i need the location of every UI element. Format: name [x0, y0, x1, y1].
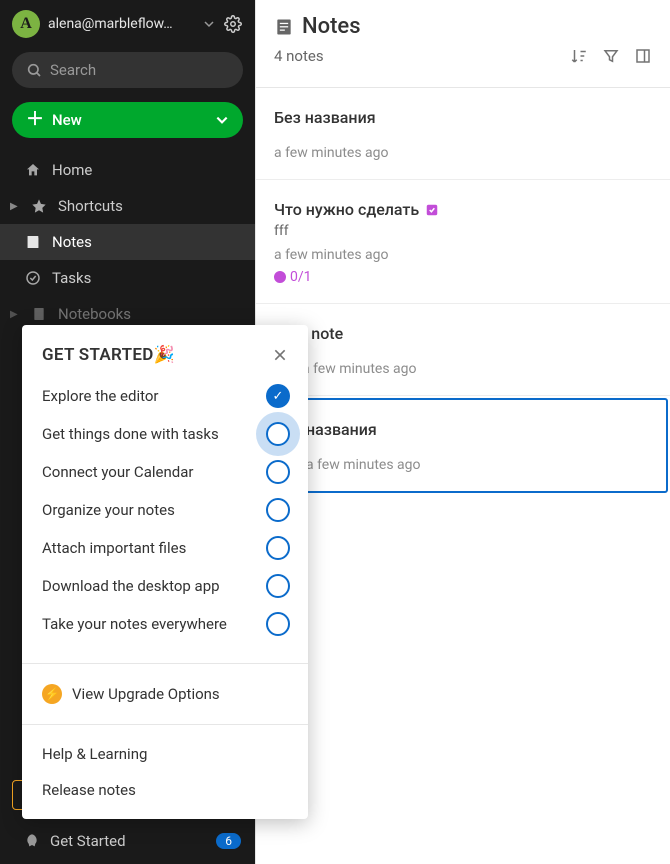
expand-icon[interactable]: ▶ — [10, 309, 20, 320]
task-badge-icon — [425, 203, 439, 217]
divider — [22, 663, 308, 664]
sidebar-item-label: Get Started — [50, 832, 206, 850]
check-circle-icon — [24, 270, 42, 286]
note-title: t note — [274, 324, 652, 343]
checklist-item-desktop[interactable]: Download the desktop app — [42, 567, 296, 605]
plus-icon: ＋ — [26, 111, 44, 129]
close-icon[interactable] — [272, 347, 288, 363]
note-title: Без названия — [274, 108, 652, 127]
note-title: названия — [278, 420, 648, 439]
note-item[interactable]: t note a few minutes ago — [256, 304, 670, 396]
rocket-icon — [24, 833, 40, 849]
filter-icon[interactable] — [602, 47, 620, 65]
note-time: a few minutes ago — [278, 457, 648, 473]
new-button-label: New — [52, 111, 207, 129]
task-progress-icon — [274, 271, 286, 283]
get-started-badge: 6 — [216, 833, 241, 849]
sidebar-item-shortcuts[interactable]: ▶ Shortcuts — [0, 188, 255, 224]
nav: Home ▶ Shortcuts Notes Tasks ▶ N — [0, 152, 255, 332]
chevron-down-icon — [203, 18, 215, 30]
checklist-item-tasks[interactable]: Get things done with tasks — [42, 415, 296, 453]
sidebar-item-label: Notebooks — [58, 305, 131, 323]
main: Notes 4 notes Без названия a few minutes… — [255, 0, 670, 864]
note-time: a few minutes ago — [274, 145, 652, 161]
note-item[interactable]: Что нужно сделать fff a few minutes ago … — [256, 180, 670, 304]
main-header: Notes 4 notes — [256, 0, 670, 87]
sidebar-item-tasks[interactable]: Tasks — [0, 260, 255, 296]
check-todo-icon — [266, 422, 290, 446]
check-todo-icon — [266, 460, 290, 484]
note-list: Без названия a few minutes ago Что нужно… — [256, 88, 670, 864]
sidebar-item-notes[interactable]: Notes — [0, 224, 255, 260]
sidebar-item-label: Shortcuts — [58, 197, 123, 215]
checklist-item-calendar[interactable]: Connect your Calendar — [42, 453, 296, 491]
help-link[interactable]: Help & Learning — [22, 731, 308, 777]
sidebar-item-label: Home — [52, 161, 92, 179]
search-placeholder: Search — [50, 61, 96, 79]
check-todo-icon — [266, 498, 290, 522]
note-item[interactable]: названия a few minutes ago — [258, 398, 668, 493]
bolt-icon: ⚡ — [42, 684, 62, 704]
sidebar-item-label: Notes — [52, 233, 92, 251]
upgrade-link[interactable]: ⚡ View Upgrade Options — [22, 670, 308, 718]
checklist-item-everywhere[interactable]: Take your notes everywhere — [42, 605, 296, 643]
note-icon — [274, 17, 294, 37]
sidebar-item-home[interactable]: Home — [0, 152, 255, 188]
note-task-count: 0/1 — [274, 269, 652, 285]
popup-checklist: Explore the editor ✓ Get things done wit… — [22, 373, 308, 657]
account-row[interactable]: A alena@marbleflow… — [0, 0, 255, 48]
sidebar-item-label: Tasks — [52, 269, 91, 287]
note-title: Что нужно сделать — [274, 200, 652, 219]
new-button[interactable]: ＋ New — [12, 102, 243, 138]
checklist-item-explore-editor[interactable]: Explore the editor ✓ — [42, 377, 296, 415]
check-todo-icon — [266, 612, 290, 636]
expand-icon[interactable]: ▶ — [10, 201, 20, 212]
sidebar-item-get-started[interactable]: Get Started 6 — [0, 822, 255, 864]
check-todo-icon — [266, 574, 290, 598]
divider — [22, 724, 308, 725]
note-time: a few minutes ago — [274, 361, 652, 377]
get-started-popup: GET STARTED🎉 Explore the editor ✓ Get th… — [22, 325, 308, 819]
note-count: 4 notes — [274, 47, 570, 65]
note-snippet: fff — [274, 223, 652, 239]
page-title: Notes — [302, 14, 361, 39]
chevron-down-icon — [215, 113, 229, 127]
view-icon[interactable] — [634, 47, 652, 65]
checklist-item-organize[interactable]: Organize your notes — [42, 491, 296, 529]
notebook-icon — [30, 306, 48, 322]
release-notes-link[interactable]: Release notes — [22, 777, 308, 819]
avatar: A — [12, 10, 40, 38]
sort-icon[interactable] — [570, 47, 588, 65]
gear-icon[interactable] — [223, 14, 243, 34]
note-icon — [24, 234, 42, 250]
account-email: alena@marbleflow… — [48, 16, 195, 32]
note-item[interactable]: Без названия a few minutes ago — [256, 88, 670, 180]
home-icon — [24, 162, 42, 178]
check-todo-icon — [266, 536, 290, 560]
popup-title: GET STARTED🎉 — [42, 345, 272, 365]
note-time: a few minutes ago — [274, 247, 652, 263]
star-icon — [30, 198, 48, 214]
search-icon — [26, 62, 42, 78]
checklist-item-attach[interactable]: Attach important files — [42, 529, 296, 567]
check-done-icon: ✓ — [266, 384, 290, 408]
search-input[interactable]: Search — [12, 52, 243, 88]
